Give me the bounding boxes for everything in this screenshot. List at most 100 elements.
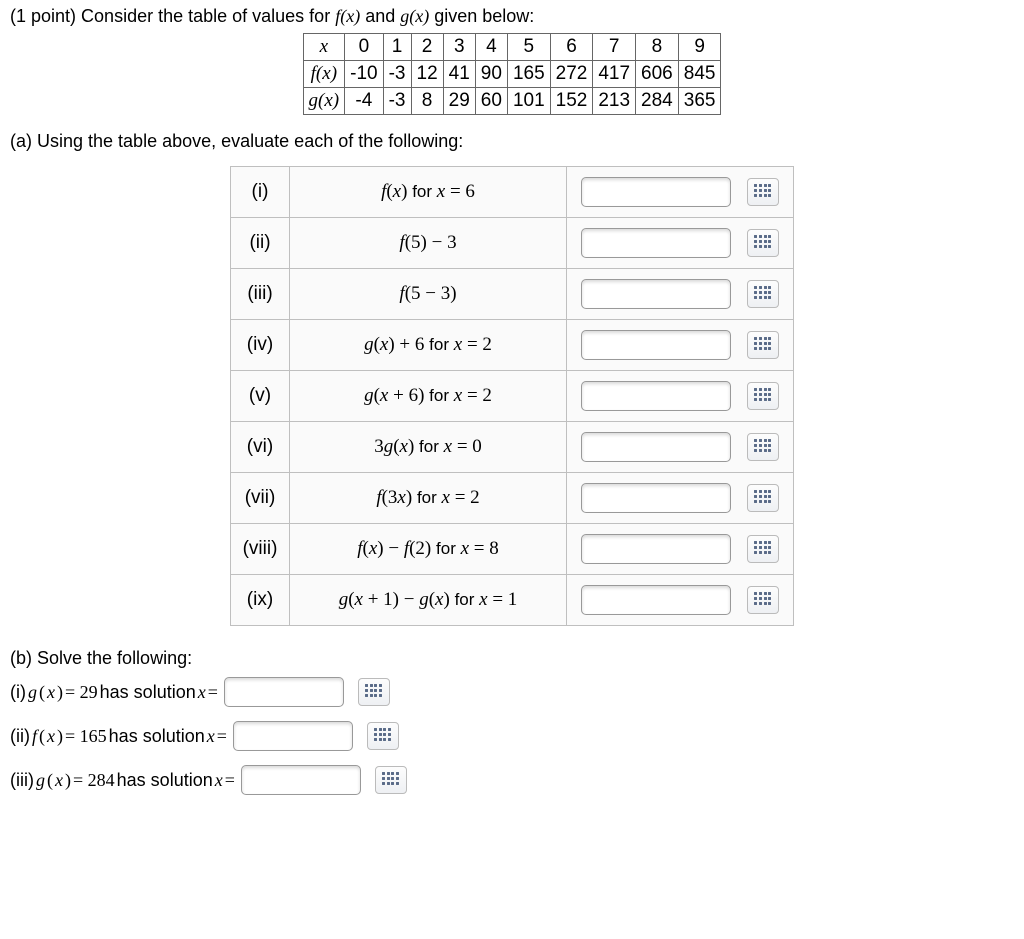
values-cell: 417 xyxy=(593,61,636,88)
part-b-line: (iii) g(x) = 284 has solution x = xyxy=(10,765,1014,795)
part-a-answer-cell xyxy=(567,218,794,269)
intro-text-1: Consider the table of values for xyxy=(76,6,335,26)
points-label: (1 point) xyxy=(10,6,76,26)
part-a-roman: (ix) xyxy=(231,575,290,626)
values-cell: 152 xyxy=(550,88,593,115)
values-cell: 365 xyxy=(678,88,721,115)
keypad-button[interactable] xyxy=(747,484,779,512)
values-cell: 101 xyxy=(507,88,550,115)
values-cell: 7 xyxy=(593,34,636,61)
part-a-roman: (iii) xyxy=(231,269,290,320)
keypad-button[interactable] xyxy=(747,586,779,614)
values-cell: 29 xyxy=(443,88,475,115)
answer-input[interactable] xyxy=(241,765,361,795)
keypad-button[interactable] xyxy=(358,678,390,706)
answer-input[interactable] xyxy=(581,279,731,309)
values-cell: 165 xyxy=(507,61,550,88)
part-a-expression: f(5 − 3) xyxy=(290,269,567,320)
keypad-button[interactable] xyxy=(747,178,779,206)
values-cell: -3 xyxy=(383,61,411,88)
intro-gx: g(x) xyxy=(400,6,429,26)
intro-fx: f(x) xyxy=(335,6,360,26)
keypad-button[interactable] xyxy=(367,722,399,750)
keypad-button[interactable] xyxy=(747,331,779,359)
values-cell: 60 xyxy=(475,88,507,115)
answer-input[interactable] xyxy=(581,177,731,207)
answer-input[interactable] xyxy=(224,677,344,707)
part-b-tail: has solution xyxy=(117,770,213,791)
answer-input[interactable] xyxy=(581,228,731,258)
values-row-label: f(x) xyxy=(303,61,345,88)
values-cell: 213 xyxy=(593,88,636,115)
part-b-equals-value: = 284 xyxy=(73,770,115,791)
part-a-expression: g(x) + 6 for x = 2 xyxy=(290,320,567,371)
values-cell: 3 xyxy=(443,34,475,61)
part-a-roman: (ii) xyxy=(231,218,290,269)
question-intro: (1 point) Consider the table of values f… xyxy=(10,6,1014,27)
values-cell: 6 xyxy=(550,34,593,61)
part-a-expression: f(x) for x = 6 xyxy=(290,167,567,218)
values-cell: 12 xyxy=(411,61,443,88)
part-a-expression: f(x) − f(2) for x = 8 xyxy=(290,524,567,575)
part-a-roman: (viii) xyxy=(231,524,290,575)
part-b-roman: (i) xyxy=(10,682,26,703)
answer-input[interactable] xyxy=(581,585,731,615)
part-a-answer-cell xyxy=(567,320,794,371)
part-a-expression: g(x + 1) − g(x) for x = 1 xyxy=(290,575,567,626)
part-b-equals-value: = 165 xyxy=(65,726,107,747)
values-cell: 9 xyxy=(678,34,721,61)
part-a-roman: (vi) xyxy=(231,422,290,473)
keypad-button[interactable] xyxy=(747,433,779,461)
part-b-func: g xyxy=(36,770,45,791)
part-b-func: f xyxy=(32,726,37,747)
part-a-answer-cell xyxy=(567,473,794,524)
keypad-button[interactable] xyxy=(747,229,779,257)
values-cell: 606 xyxy=(636,61,679,88)
values-row-label: g(x) xyxy=(303,88,345,115)
part-a-roman: (v) xyxy=(231,371,290,422)
part-a-label: (a) Using the table above, evaluate each… xyxy=(10,131,1014,152)
part-a-expression: f(3x) for x = 2 xyxy=(290,473,567,524)
values-cell: 1 xyxy=(383,34,411,61)
part-b-tail: has solution xyxy=(100,682,196,703)
part-a-answer-cell xyxy=(567,524,794,575)
answer-input[interactable] xyxy=(581,432,731,462)
answer-input[interactable] xyxy=(233,721,353,751)
values-cell: 272 xyxy=(550,61,593,88)
part-a-answer-cell xyxy=(567,371,794,422)
values-cell: 5 xyxy=(507,34,550,61)
answer-input[interactable] xyxy=(581,330,731,360)
keypad-button[interactable] xyxy=(747,535,779,563)
keypad-button[interactable] xyxy=(375,766,407,794)
values-cell: 4 xyxy=(475,34,507,61)
values-cell: -3 xyxy=(383,88,411,115)
part-b-roman: (iii) xyxy=(10,770,34,791)
keypad-button[interactable] xyxy=(747,280,779,308)
answer-input[interactable] xyxy=(581,381,731,411)
part-a-expression: f(5) − 3 xyxy=(290,218,567,269)
values-cell: 8 xyxy=(411,88,443,115)
values-cell: 90 xyxy=(475,61,507,88)
answer-input[interactable] xyxy=(581,483,731,513)
part-b-line: (i) g(x) = 29 has solution x = xyxy=(10,677,1014,707)
part-b-roman: (ii) xyxy=(10,726,30,747)
part-a-roman: (vii) xyxy=(231,473,290,524)
intro-and: and xyxy=(360,6,400,26)
values-cell: -10 xyxy=(345,61,383,88)
values-cell: 41 xyxy=(443,61,475,88)
values-cell: 284 xyxy=(636,88,679,115)
part-a-answer-cell xyxy=(567,167,794,218)
values-cell: 845 xyxy=(678,61,721,88)
keypad-button[interactable] xyxy=(747,382,779,410)
part-b-func: g xyxy=(28,682,37,703)
answer-input[interactable] xyxy=(581,534,731,564)
part-a-expression: g(x + 6) for x = 2 xyxy=(290,371,567,422)
intro-text-2: given below: xyxy=(429,6,534,26)
part-b-tail: has solution xyxy=(109,726,205,747)
part-a-answer-cell xyxy=(567,575,794,626)
values-table: x0123456789f(x)-10-312419016527241760684… xyxy=(303,33,722,115)
values-row-label: x xyxy=(303,34,345,61)
part-b-label: (b) Solve the following: xyxy=(10,648,1014,669)
values-cell: 0 xyxy=(345,34,383,61)
part-a-answer-cell xyxy=(567,269,794,320)
